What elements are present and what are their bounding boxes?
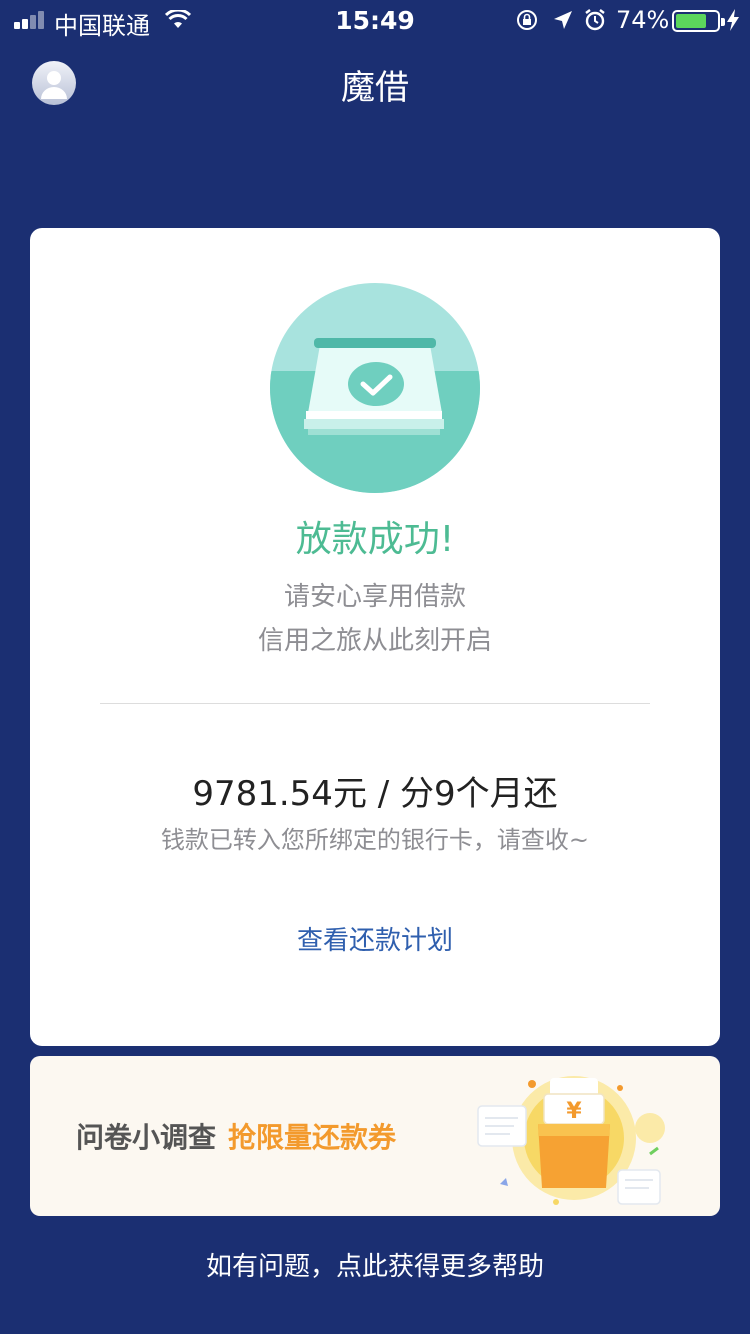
charging-bolt-icon	[727, 9, 739, 31]
success-subtitle-line1: 请安心享用借款	[283, 582, 466, 612]
alarm-icon	[585, 9, 605, 31]
battery-percent: 74%	[616, 6, 670, 34]
coupon-gift-bag-icon: ¥	[477, 1076, 665, 1205]
loan-success-card: 放款成功! 请安心享用借款 信用之旅从此刻开启 9781.54元 / 分9个月还…	[30, 228, 720, 1046]
success-subtitle-line2: 信用之旅从此刻开启	[257, 626, 492, 656]
view-repayment-plan-link[interactable]: 查看还款计划	[250, 920, 500, 957]
location-arrow-icon	[554, 11, 572, 29]
page-title: 魔借	[341, 68, 409, 108]
survey-cta: 抢限量还款券	[228, 1121, 397, 1154]
survey-text: 问卷小调查 抢限量还款券	[76, 1116, 396, 1156]
survey-label: 问卷小调查	[76, 1121, 217, 1154]
loan-amount-text: 9781.54元 / 分9个月还	[192, 774, 558, 814]
divider	[100, 703, 650, 704]
status-bar: 中国联通 15:49 74%	[0, 0, 750, 40]
success-title: 放款成功!	[295, 519, 455, 560]
transfer-note: 钱款已转入您所绑定的银行卡，请查收~	[160, 826, 590, 854]
battery-icon	[672, 10, 725, 32]
svg-text:¥: ¥	[566, 1099, 582, 1124]
rotation-lock-icon	[517, 10, 537, 30]
loan-success-check-icon	[270, 283, 480, 493]
help-link[interactable]: 如有问题，点此获得更多帮助	[0, 1246, 750, 1283]
survey-banner[interactable]: 问卷小调查 抢限量还款券 ¥	[30, 1056, 720, 1216]
